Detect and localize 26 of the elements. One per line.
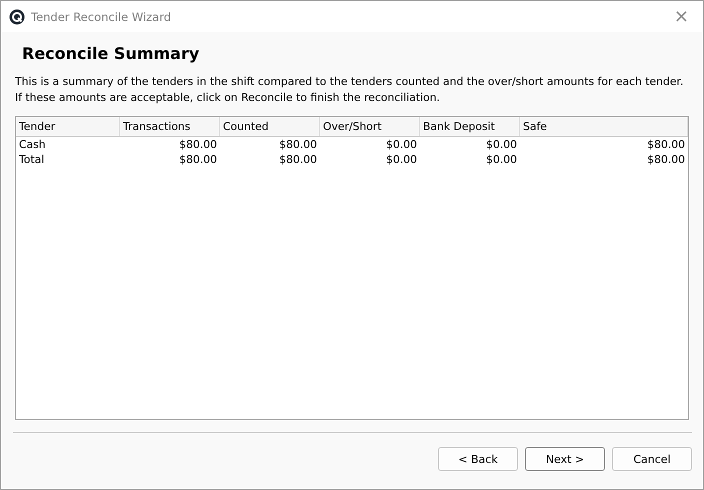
description-text: This is a summary of the tenders in the shift compared to the tenders counted and the over/short amounts for each tender. If these amounts are acceptable, click on Reconcile to finish the reconciliation. (15, 74, 684, 106)
table-cell-text: $80.00 (278, 152, 318, 167)
column-header[interactable]: Over/Short (320, 117, 420, 136)
column-header[interactable]: Transactions (120, 117, 220, 136)
table-cell-text: Cash (18, 137, 47, 152)
page-heading: Reconcile Summary (22, 44, 200, 63)
wizard-button[interactable]: Cancel (612, 447, 692, 471)
table-cell-text: $0.00 (385, 137, 418, 152)
table-cell-text: $80.00 (646, 137, 686, 152)
column-header[interactable]: Tender (16, 117, 120, 136)
close-button[interactable]: × (668, 6, 695, 27)
table-cell-text: $0.00 (485, 137, 518, 152)
table-cell-text: $80.00 (278, 137, 318, 152)
table-cell-text: $80.00 (178, 137, 218, 152)
table-cell-text: $80.00 (178, 152, 218, 167)
column-header[interactable]: Safe (520, 117, 688, 136)
table-cell-text: $0.00 (485, 152, 518, 167)
wizard-button[interactable]: < Back (438, 447, 518, 471)
table-cell-text: $80.00 (646, 152, 686, 167)
table-cell-text: Total (18, 152, 46, 167)
table-cell-text: $0.00 (385, 152, 418, 167)
column-header[interactable]: Counted (220, 117, 320, 136)
wizard-button[interactable]: Next > (525, 447, 605, 471)
column-header[interactable]: Bank Deposit (420, 117, 520, 136)
app-logo-icon (9, 8, 25, 24)
window-title: Tender Reconcile Wizard (31, 10, 172, 24)
